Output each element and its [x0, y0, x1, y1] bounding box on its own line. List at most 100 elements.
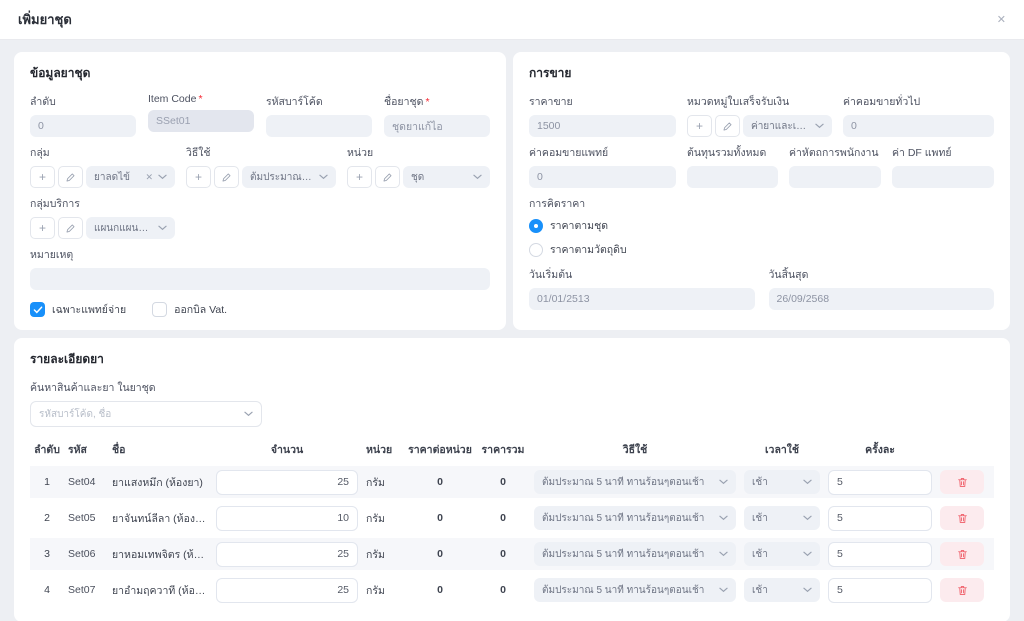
col-time: เวลาใช้ — [764, 444, 800, 456]
close-icon[interactable]: ✕ — [997, 13, 1006, 26]
table-row: 4 Set07 ยาอำมฤควาที (ห้องยา) กรัม 0 0 ต้… — [30, 574, 994, 606]
note-input[interactable] — [30, 268, 490, 290]
edit-group-button[interactable] — [58, 166, 83, 188]
row-unit: กรัม — [366, 476, 385, 489]
order-input[interactable]: 0 — [30, 115, 136, 137]
add-group-button[interactable]: + — [30, 166, 55, 188]
edit-service-group-button[interactable] — [58, 217, 83, 239]
sales-card: การขาย ราคาขาย 1500 หมวดหมู่ใบเสร็จรับเง… — [513, 52, 1010, 330]
barcode-label: รหัสบาร์โค้ด — [266, 96, 323, 108]
df-fee-label: ค่า DF แพทย์ — [892, 147, 952, 159]
dose-input[interactable] — [828, 469, 932, 495]
receipt-category-label: หมวดหมู่ใบเสร็จรับเงิน — [687, 96, 790, 108]
staff-fee-input[interactable] — [789, 166, 881, 188]
col-code: รหัส — [68, 444, 87, 456]
row-code: Set07 — [68, 584, 96, 596]
pricing-field-group: การคิดราคา ราคาตามชุด ราคาตามวัตถุดิบ — [529, 195, 994, 258]
usage-select[interactable]: ต้มประมาณ 5 นาที ทา... — [242, 166, 336, 188]
receipt-category-select-value: ค่ายาและเวชภัณฑ์ — [751, 120, 810, 132]
table-row: 2 Set05 ยาจันทน์ลีลา (ห้องยา) กรัม 0 0 ต… — [30, 502, 994, 534]
end-date-label: วันสิ้นสุด — [768, 269, 809, 281]
delete-row-button[interactable] — [940, 506, 984, 530]
usage-label: วิธีใช้ — [186, 147, 211, 159]
row-time-select[interactable]: เช้า — [744, 542, 820, 566]
end-date-input[interactable]: 26/09/2568 — [768, 288, 994, 310]
page-title: เพิ่มยาชุด — [18, 12, 72, 27]
price-input[interactable]: 1500 — [529, 115, 676, 137]
drug-info-card: ข้อมูลยาชุด ลำดับ 0 Item Code * SSet01 รห… — [14, 52, 506, 330]
add-service-group-button[interactable]: + — [30, 217, 55, 239]
col-qty: จำนวน — [270, 444, 304, 456]
start-date-input[interactable]: 01/01/2513 — [529, 288, 755, 310]
row-time-select[interactable]: เช้า — [744, 470, 820, 494]
usage-select-value: ต้มประมาณ 5 นาที ทา... — [250, 171, 314, 183]
quantity-input[interactable] — [216, 505, 358, 531]
dose-input[interactable] — [828, 541, 932, 567]
pencil-icon — [222, 173, 231, 181]
table-row: 3 Set06 ยาหอมเทพจิตร (ห้องยา) กรัม 0 0 ต… — [30, 538, 994, 570]
total-cost-input[interactable] — [687, 166, 778, 188]
quantity-input[interactable] — [216, 469, 358, 495]
receipt-category-select[interactable]: ค่ายาและเวชภัณฑ์ — [743, 115, 832, 137]
add-unit-button[interactable]: + — [347, 166, 372, 188]
usage-field-group: วิธีใช้ + ต้มประมาณ 5 นาที ทา... — [186, 144, 336, 188]
set-name-input[interactable]: ชุดยาแก้ไอ — [384, 115, 490, 137]
row-usage-select[interactable]: ต้มประมาณ 5 นาที ทานร้อนๆตอนเช้า — [534, 578, 736, 602]
chevron-down-icon — [803, 551, 812, 557]
row-time-select[interactable]: เช้า — [744, 506, 820, 530]
delete-row-button[interactable] — [940, 578, 984, 602]
pricing-by-material-radio[interactable]: ราคาตามวัตถุดิบ — [529, 241, 994, 258]
drug-details-card: รายละเอียดยา ค้นหาสินค้าและยา ในยาชุด รห… — [14, 338, 1010, 621]
chevron-down-icon — [803, 515, 812, 521]
add-usage-button[interactable]: + — [186, 166, 211, 188]
unit-select[interactable]: ชุด — [403, 166, 490, 188]
delete-row-button[interactable] — [940, 542, 984, 566]
pricing-by-set-radio[interactable]: ราคาตามชุด — [529, 217, 994, 234]
row-time-select[interactable]: เช้า — [744, 578, 820, 602]
row-usage-select[interactable]: ต้มประมาณ 5 นาที ทานร้อนๆตอนเช้า — [534, 470, 736, 494]
edit-unit-button[interactable] — [375, 166, 400, 188]
add-receipt-category-button[interactable]: + — [687, 115, 712, 137]
search-label: ค้นหาสินค้าและยา ในยาชุด — [30, 382, 156, 394]
row-usage-select[interactable]: ต้มประมาณ 5 นาที ทานร้อนๆตอนเช้า — [534, 542, 736, 566]
row-time-value: เช้า — [752, 548, 768, 560]
edit-usage-button[interactable] — [214, 166, 239, 188]
df-fee-input[interactable] — [892, 166, 994, 188]
general-commission-input[interactable]: 0 — [843, 115, 994, 137]
edit-receipt-category-button[interactable] — [715, 115, 740, 137]
checkbox-unchecked-icon — [152, 302, 168, 317]
row-order: 1 — [44, 476, 50, 488]
group-select[interactable]: ยาลดไข้ ✕ — [86, 166, 175, 188]
radio-unselected-icon — [529, 242, 543, 257]
quantity-input[interactable] — [216, 577, 358, 603]
chevron-down-icon — [158, 225, 167, 231]
total-cost-field-group: ต้นทุนรวมทั้งหมด — [687, 144, 778, 188]
service-group-label: กลุ่มบริการ — [30, 198, 80, 210]
search-placeholder: รหัสบาร์โค้ด, ชื่อ — [39, 408, 112, 420]
quantity-input[interactable] — [216, 541, 358, 567]
trash-icon — [957, 585, 967, 595]
row-usage-value: ต้มประมาณ 5 นาที ทานร้อนๆตอนเช้า — [542, 548, 705, 560]
dose-input[interactable] — [828, 505, 932, 531]
pencil-icon — [66, 224, 75, 232]
search-drug-select[interactable]: รหัสบาร์โค้ด, ชื่อ — [30, 401, 262, 427]
barcode-input[interactable] — [266, 115, 372, 137]
staff-fee-field-group: ค่าหัตถการพนักงาน — [789, 144, 881, 188]
row-code: Set06 — [68, 548, 96, 560]
row-usage-select[interactable]: ต้มประมาณ 5 นาที ทานร้อนๆตอนเช้า — [534, 506, 736, 530]
group-field-group: กลุ่ม + ยาลดไข้ ✕ — [30, 144, 175, 188]
doctor-only-checkbox[interactable]: เฉพาะแพทย์จ่าย — [30, 301, 126, 318]
row-unit-price: 0 — [437, 548, 443, 560]
delete-row-button[interactable] — [940, 470, 984, 494]
dose-input[interactable] — [828, 577, 932, 603]
table-header: ลำดับ รหัส ชื่อ จำนวน หน่วย ราคาต่อหน่วย… — [30, 435, 994, 466]
set-name-label: ชื่อยาชุด — [384, 96, 424, 108]
doctor-commission-input[interactable]: 0 — [529, 166, 676, 188]
receipt-category-field-group: หมวดหมู่ใบเสร็จรับเงิน + ค่ายาและเวชภัณฑ… — [687, 93, 832, 137]
check-icon — [33, 305, 42, 313]
vat-checkbox[interactable]: ออกบิล Vat. — [152, 301, 227, 318]
chevron-down-icon — [719, 587, 728, 593]
service-group-select[interactable]: แผนกแผนไทย — [86, 217, 175, 239]
pricing-by-material-label: ราคาตามวัตถุดิบ — [550, 244, 627, 256]
clear-icon[interactable]: ✕ — [145, 172, 153, 183]
